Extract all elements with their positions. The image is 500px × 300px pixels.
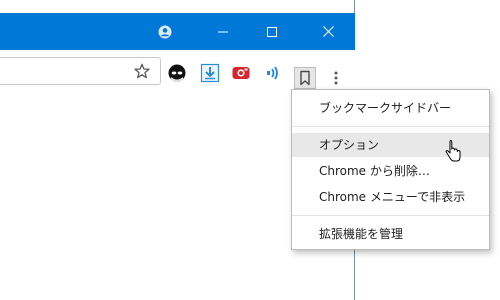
profile-icon [158,25,172,38]
red-camera-extension-icon[interactable] [231,63,251,83]
download-extension-icon[interactable] [200,63,220,83]
maximize-button[interactable] [248,13,296,50]
extension-context-menu: ブックマークサイドバー オプション Chrome から削除… Chrome メニ… [291,89,490,250]
minimize-icon [218,31,228,32]
address-bar[interactable] [0,57,161,85]
profile-button[interactable] [141,13,189,50]
minimize-button[interactable] [199,13,247,50]
menu-separator [292,215,489,216]
menu-separator [292,126,489,127]
bookmark-sidebar-extension-icon[interactable] [294,67,316,89]
speaker-extension-icon[interactable] [263,63,283,83]
title-bar [0,13,355,50]
mouse-cursor-icon [445,140,461,162]
close-icon [322,26,334,37]
close-button[interactable] [304,13,352,50]
maximize-icon [267,26,277,37]
kebab-menu-icon[interactable] [328,70,344,86]
star-icon[interactable] [134,63,150,79]
browser-toolbar [0,50,355,94]
mask-extension-icon[interactable] [167,63,187,83]
menu-item-bookmark-sidebar[interactable]: ブックマークサイドバー [292,96,489,120]
menu-item-hide-in-chrome-menu[interactable]: Chrome メニューで非表示 [292,185,489,209]
menu-item-manage-extensions[interactable]: 拡張機能を管理 [292,222,489,246]
